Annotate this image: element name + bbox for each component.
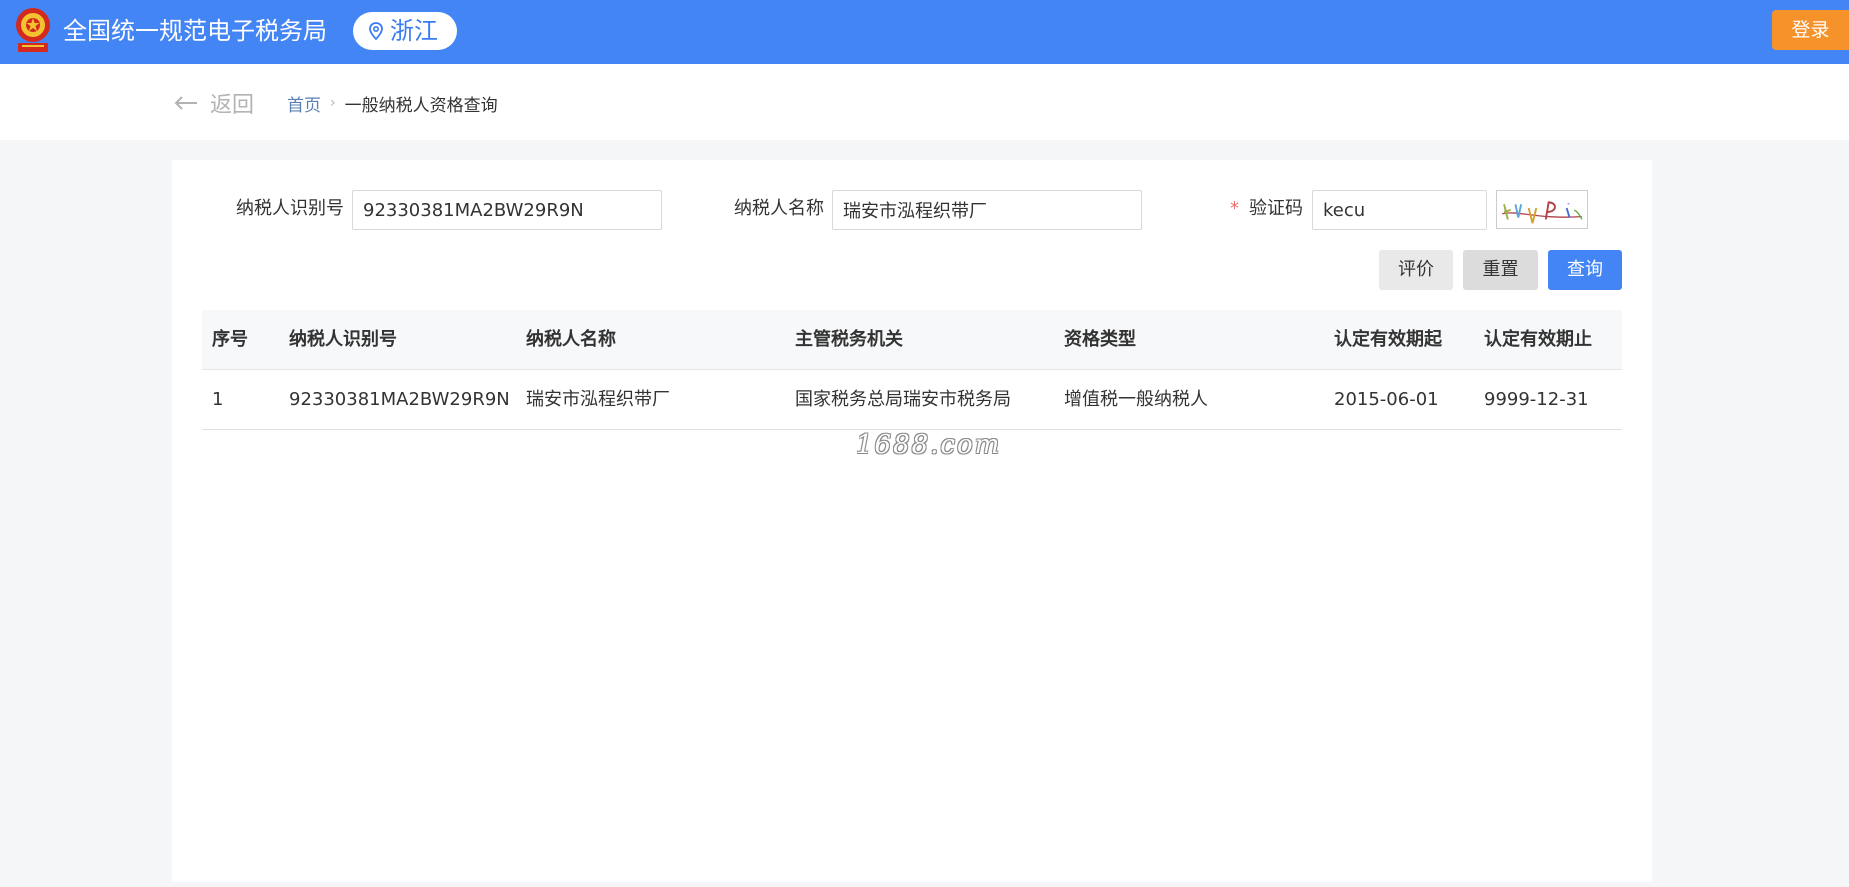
column-header: 认定有效期起 xyxy=(1334,329,1442,350)
captcha-image[interactable] xyxy=(1496,190,1588,229)
back-button[interactable]: 返回 xyxy=(174,88,254,118)
region-label: 浙江 xyxy=(390,17,438,45)
column-header: 纳税人识别号 xyxy=(289,329,397,350)
national-tax-emblem-icon xyxy=(16,8,50,52)
breadcrumb-separator: › xyxy=(330,95,336,111)
table-cell: 国家税务总局瑞安市税务局 xyxy=(795,389,1011,410)
table-row: 1 92330381MA2BW29R9N 瑞安市泓程织带厂 国家税务总局瑞安市税… xyxy=(202,370,1622,430)
table-header: 序号 纳税人识别号 纳税人名称 主管税务机关 资格类型 认定有效期起 认定有效期… xyxy=(202,310,1622,370)
table-cell: 9999-12-31 xyxy=(1484,389,1589,410)
column-header: 认定有效期止 xyxy=(1484,329,1592,350)
captcha-label-group: * 验证码 xyxy=(1230,196,1303,222)
back-label: 返回 xyxy=(210,93,255,118)
reset-button[interactable]: 重置 xyxy=(1463,250,1538,290)
region-selector[interactable]: 浙江 xyxy=(353,12,457,50)
breadcrumb-current: 一般纳税人资格查询 xyxy=(344,95,498,116)
arrow-left-icon xyxy=(174,96,197,110)
location-pin-icon xyxy=(369,22,383,40)
evaluate-button[interactable]: 评价 xyxy=(1379,250,1453,290)
result-table: 序号 纳税人识别号 纳税人名称 主管税务机关 资格类型 认定有效期起 认定有效期… xyxy=(202,310,1622,430)
taxpayer-name-label: 纳税人名称 xyxy=(734,198,824,219)
column-header: 主管税务机关 xyxy=(795,329,903,350)
breadcrumb-bar: 返回 首页 › 一般纳税人资格查询 xyxy=(0,64,1849,140)
query-button[interactable]: 查询 xyxy=(1548,250,1622,290)
table-cell: 1 xyxy=(212,389,224,410)
column-header: 序号 xyxy=(212,329,248,350)
breadcrumb-home-link[interactable]: 首页 xyxy=(287,91,321,116)
watermark-text: 1688.com xyxy=(856,430,1002,460)
required-mark: * xyxy=(1230,198,1239,219)
table-cell: 瑞安市泓程织带厂 xyxy=(526,389,670,410)
captcha-input[interactable] xyxy=(1312,190,1487,230)
site-title: 全国统一规范电子税务局 xyxy=(63,17,327,45)
table-cell: 92330381MA2BW29R9N xyxy=(289,389,510,410)
login-button[interactable]: 登录 xyxy=(1772,10,1849,50)
breadcrumb: 首页 › 一般纳税人资格查询 xyxy=(287,90,498,116)
column-header: 纳税人名称 xyxy=(526,329,616,350)
top-header: 全国统一规范电子税务局 浙江 登录 xyxy=(0,0,1849,64)
captcha-label: 验证码 xyxy=(1249,198,1303,219)
taxpayer-name-input[interactable] xyxy=(832,190,1142,230)
table-cell: 2015-06-01 xyxy=(1334,389,1439,410)
taxpayer-id-input[interactable] xyxy=(352,190,662,230)
query-panel: 纳税人识别号 纳税人名称 * 验证码 评价 重置 查询 序号 纳税人识别号 纳税人… xyxy=(172,160,1652,882)
taxpayer-id-label: 纳税人识别号 xyxy=(236,198,344,219)
table-cell: 增值税一般纳税人 xyxy=(1064,389,1208,410)
column-header: 资格类型 xyxy=(1064,329,1136,350)
